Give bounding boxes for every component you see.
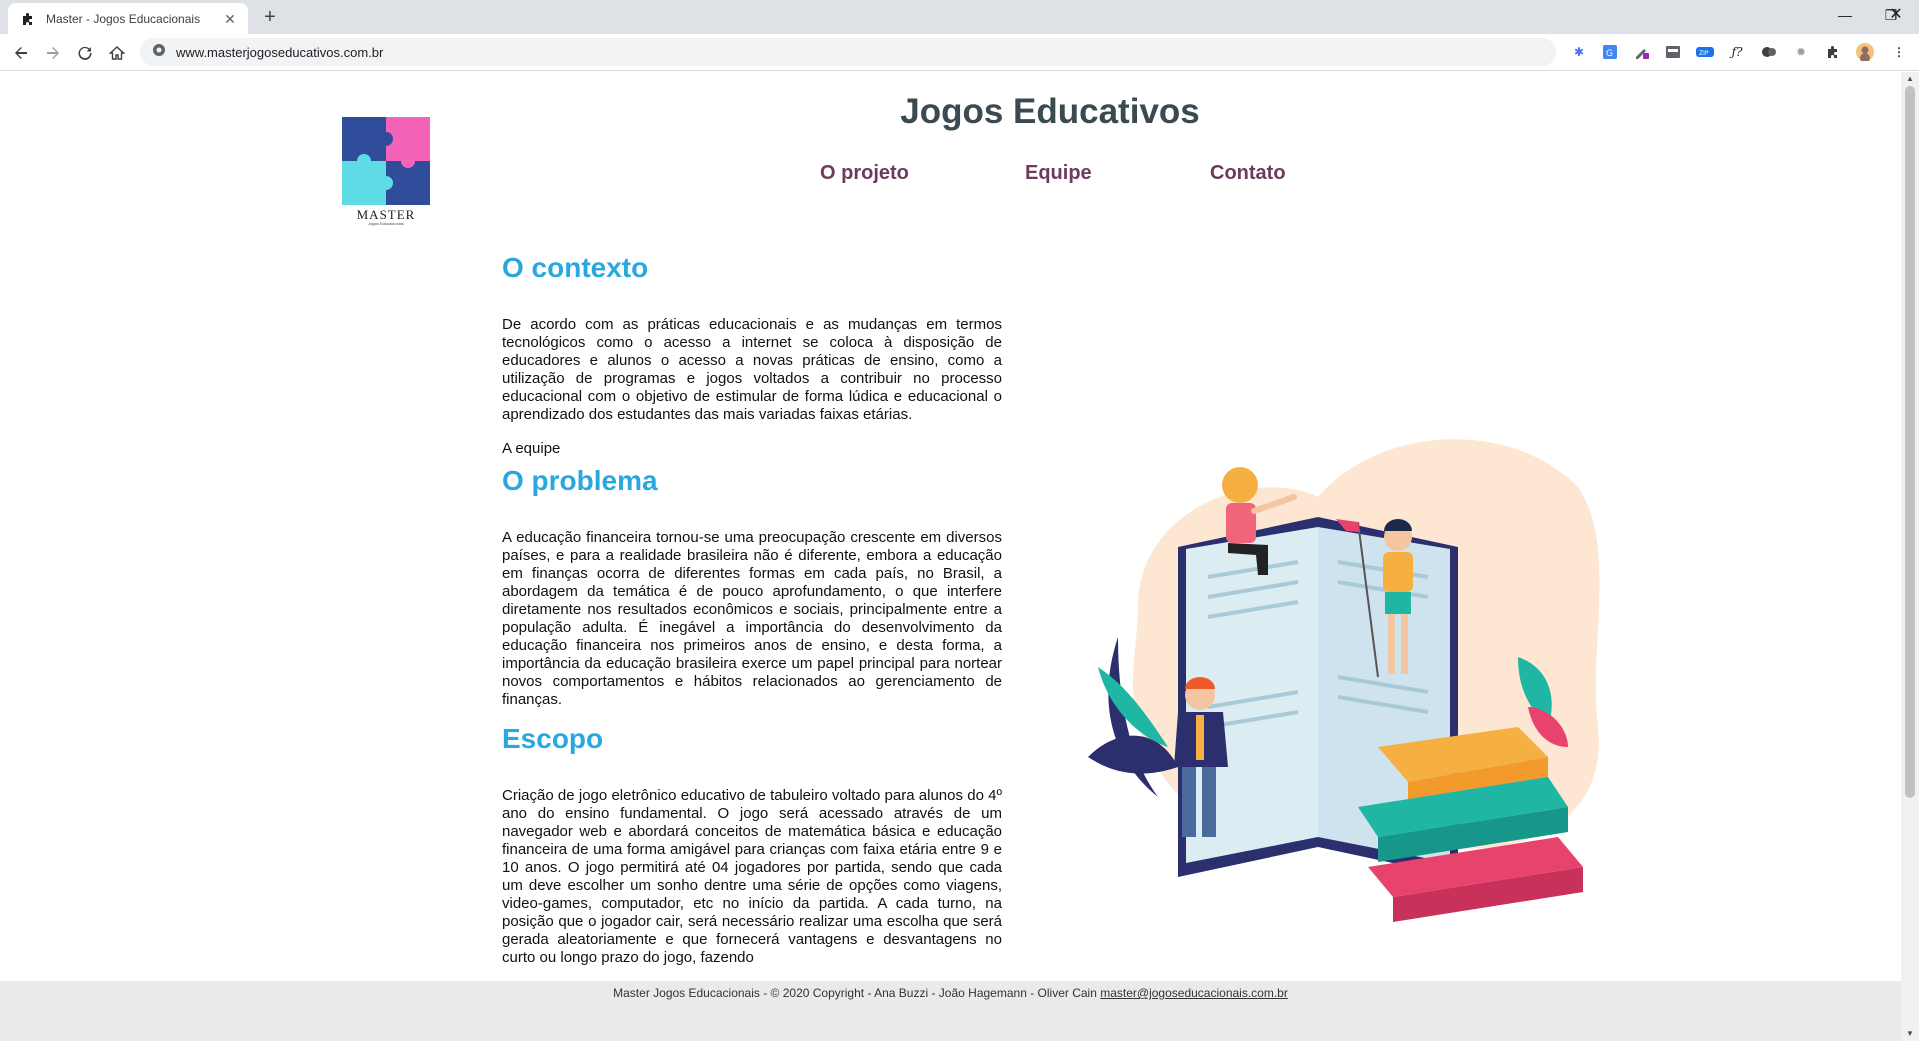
extension-circles-icon[interactable]: [1760, 43, 1778, 61]
address-bar[interactable]: www.masterjogoseducativos.com.br: [140, 38, 1556, 66]
url-text: www.masterjogoseducativos.com.br: [176, 44, 384, 60]
home-button[interactable]: [104, 40, 130, 66]
minimize-button[interactable]: —: [1822, 0, 1868, 30]
main-content: O contexto De acordo com as práticas edu…: [502, 252, 1002, 967]
close-window-button[interactable]: ✕: [1873, 0, 1919, 30]
reload-button[interactable]: [72, 40, 98, 66]
profile-avatar[interactable]: [1856, 43, 1874, 61]
scroll-up-icon[interactable]: ▲: [1901, 72, 1919, 86]
logo-subtitle: Jogos Educacionais: [368, 221, 404, 226]
section-title-contexto: O contexto: [502, 252, 649, 283]
section-text-escopo: Criação de jogo eletrônico educativo de …: [502, 787, 1002, 966]
back-button[interactable]: [8, 40, 34, 66]
extension-function-icon[interactable]: ƒ?: [1728, 43, 1746, 61]
scrollbar-thumb[interactable]: [1905, 86, 1915, 798]
scroll-down-icon[interactable]: ▼: [1901, 1027, 1919, 1041]
page-title: Jogos Educativos: [900, 92, 1200, 131]
section-text-contexto: De acordo com as práticas educacionais e…: [502, 316, 1002, 423]
page-footer: Master Jogos Educacionais - © 2020 Copyr…: [0, 981, 1901, 1041]
browser-tab[interactable]: Master - Jogos Educacionais ✕: [8, 3, 248, 34]
section-title-escopo: Escopo: [502, 723, 604, 754]
extension-gear-icon[interactable]: ✹: [1792, 43, 1810, 61]
browser-tabstrip: Master - Jogos Educacionais ✕ + — ❐: [0, 0, 1919, 34]
translate-icon[interactable]: G: [1601, 43, 1619, 61]
site-info-icon[interactable]: [152, 43, 166, 62]
extension-snowflake-icon[interactable]: ✱: [1570, 43, 1588, 61]
site-logo[interactable]: MASTER Jogos Educacionais: [342, 117, 430, 226]
extensions-puzzle-icon[interactable]: [1824, 43, 1842, 61]
puzzle-logo-icon: [342, 117, 430, 205]
section-title-problema: O problema: [502, 465, 658, 496]
tab-close-icon[interactable]: ✕: [222, 11, 238, 27]
extension-pen-icon[interactable]: [1633, 43, 1651, 61]
svg-text:G: G: [1606, 49, 1613, 59]
new-tab-button[interactable]: +: [258, 6, 282, 30]
nav-link-contato[interactable]: Contato: [1210, 162, 1286, 185]
extension-zip-icon[interactable]: ZIP: [1696, 43, 1714, 61]
puzzle-icon: [20, 11, 36, 27]
page-scrollbar[interactable]: ▲ ▼: [1901, 72, 1919, 1041]
equipe-text: A equipe: [502, 440, 561, 457]
forward-button[interactable]: [40, 40, 66, 66]
page-viewport: MASTER Jogos Educacionais Jogos Educativ…: [0, 72, 1901, 1041]
browser-toolbar: www.masterjogoseducativos.com.br ✱ G ZIP…: [0, 34, 1919, 71]
footer-email-link[interactable]: master@jogoseducacionais.com.br: [1100, 986, 1288, 1000]
tab-title: Master - Jogos Educacionais: [46, 11, 201, 26]
section-text-problema: A educação financeira tornou-se uma preo…: [502, 529, 1002, 708]
nav-link-equipe[interactable]: Equipe: [1025, 162, 1092, 185]
extension-window-icon[interactable]: [1664, 43, 1682, 61]
footer-copyright: Master Jogos Educacionais - © 2020 Copyr…: [613, 986, 1097, 1000]
kids-reading-illustration: [1088, 439, 1600, 922]
svg-text:ZIP: ZIP: [1699, 50, 1709, 57]
nav-link-projeto[interactable]: O projeto: [820, 162, 909, 185]
browser-menu-icon[interactable]: ⋮: [1890, 43, 1908, 61]
